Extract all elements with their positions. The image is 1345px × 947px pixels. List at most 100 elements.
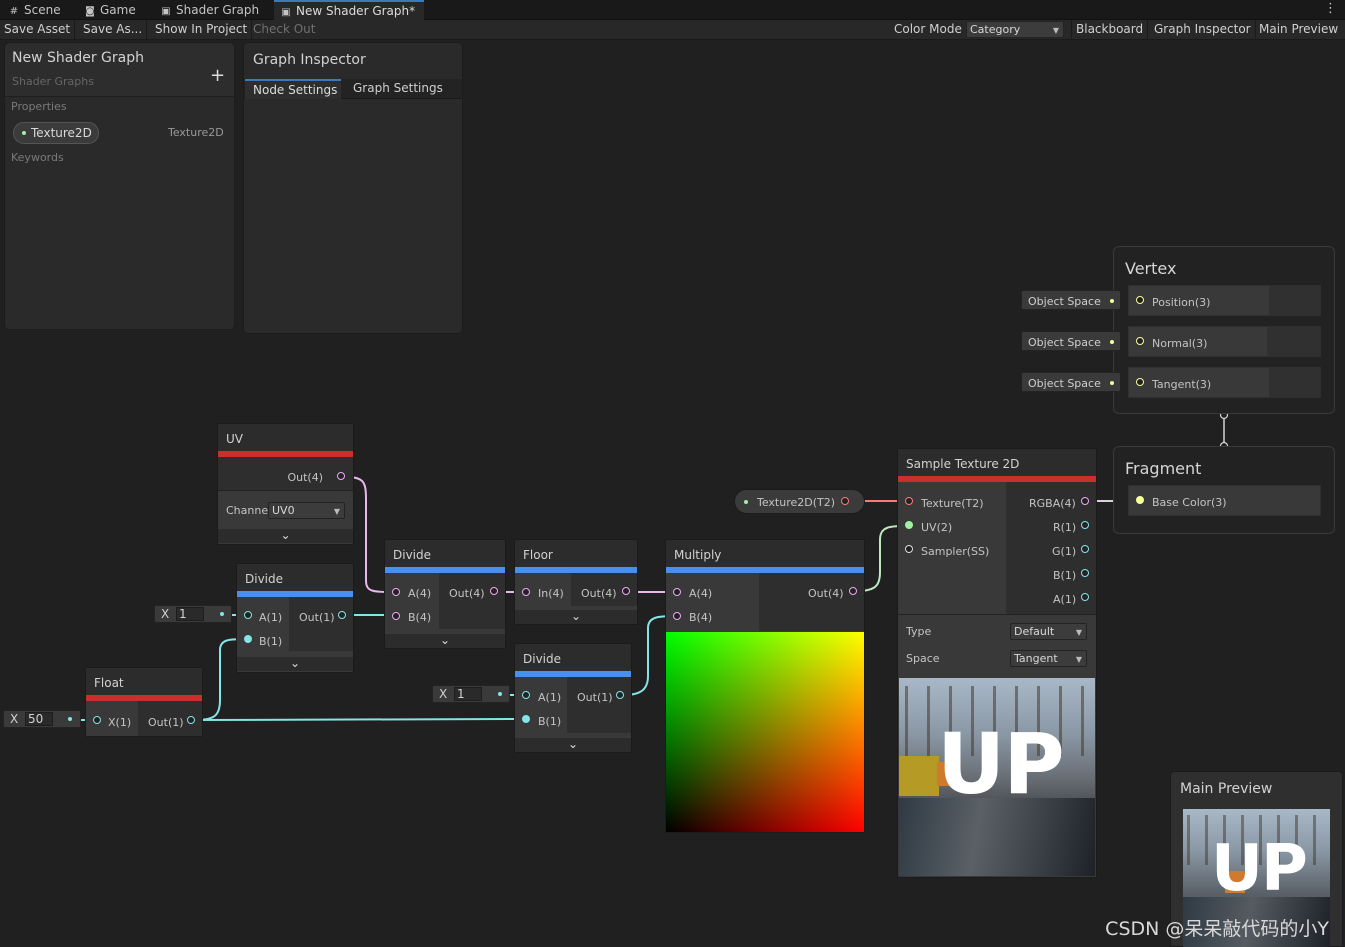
multiply-node[interactable]: Multiply A(4) B(4) Out(4) — [665, 539, 865, 833]
preview-yellow-object — [899, 756, 939, 796]
uv-channel-label: Channe — [226, 504, 269, 517]
float-out-port[interactable] — [187, 716, 195, 724]
property-type: Texture2D — [168, 126, 224, 139]
sample-texture-port[interactable] — [905, 497, 913, 505]
blackboard-subtitle: Shader Graphs — [12, 75, 94, 88]
divide-small-output-pane — [289, 597, 353, 651]
vertex-stack: Vertex Position(3) Normal(3) Tangent(3) — [1113, 246, 1335, 414]
position-context-field[interactable]: Object Space — [1021, 290, 1121, 310]
uv-channel-value: UV0 — [272, 504, 295, 517]
watermark-text: CSDN @呆呆敲代码的小Y — [1105, 918, 1329, 940]
divide-lower-out-port[interactable] — [616, 691, 624, 699]
divide-lower-a-value[interactable]: 1 — [454, 687, 482, 701]
float-x-port[interactable] — [93, 716, 101, 724]
position-slot-fill — [1269, 286, 1320, 315]
inspector-title: Graph Inspector — [253, 52, 366, 68]
multiply-preview — [666, 632, 864, 832]
vertex-title: Vertex — [1125, 259, 1177, 278]
divide-node-main[interactable]: Divide A(4) B(4) Out(4) ⌄ — [384, 539, 506, 649]
sample-r-port[interactable] — [1081, 521, 1089, 529]
tab-graph-settings[interactable]: Graph Settings — [345, 81, 443, 95]
divide-main-b-port[interactable] — [392, 612, 400, 620]
divide-lower-title: Divide — [515, 644, 631, 671]
field-dot-icon — [498, 692, 502, 696]
position-port[interactable] — [1136, 296, 1144, 304]
sample-g-port[interactable] — [1081, 545, 1089, 553]
multiply-out-label: Out(4) — [808, 587, 844, 600]
texture2d-property-pill[interactable]: Texture2D — [13, 122, 99, 144]
sample-texture-2d-node[interactable]: Sample Texture 2D Texture(T2) UV(2) Samp… — [897, 448, 1097, 878]
uv-out-port[interactable] — [337, 472, 345, 480]
divide-small-a-value[interactable]: 1 — [176, 607, 204, 621]
fragment-base-color-block[interactable]: Base Color(3) — [1128, 485, 1321, 516]
vertex-tangent-block[interactable]: Tangent(3) — [1128, 367, 1321, 398]
divide-node-small[interactable]: Divide A(1) B(1) Out(1) ⌄ — [236, 563, 354, 673]
texture-prop-out-port[interactable] — [841, 497, 849, 505]
main-preview-title: Main Preview — [1180, 781, 1273, 797]
tab-node-settings[interactable]: Node Settings — [245, 79, 341, 99]
normal-context-field[interactable]: Object Space — [1021, 331, 1121, 351]
divide-main-a-label: A(4) — [408, 587, 432, 600]
sample-rgba-port[interactable] — [1081, 497, 1089, 505]
base-color-port[interactable] — [1136, 496, 1144, 504]
add-property-button[interactable]: + — [210, 65, 225, 86]
divide-lower-b-port[interactable] — [522, 715, 530, 723]
divide-main-out-port[interactable] — [490, 587, 498, 595]
divide-lower-b-label: B(1) — [538, 715, 562, 728]
sample-type-dropdown[interactable]: Default ▼ — [1010, 623, 1087, 640]
keywords-section-label: Keywords — [11, 151, 64, 164]
sample-type-label: Type — [906, 625, 932, 638]
divide-small-collapse-icon[interactable]: ⌄ — [237, 657, 353, 671]
divide-lower-output-pane — [567, 677, 631, 733]
normal-port[interactable] — [1136, 337, 1144, 345]
float-x-value[interactable]: 50 — [25, 712, 53, 726]
sample-a-label: A(1) — [1053, 593, 1077, 606]
vertex-position-block[interactable]: Position(3) — [1128, 285, 1321, 316]
sample-a-port[interactable] — [1081, 593, 1089, 601]
divide-lower-collapse-icon[interactable]: ⌄ — [515, 738, 631, 752]
divide-small-a-port[interactable] — [244, 611, 252, 619]
graph-inspector-panel: Graph Inspector Node Settings Graph Sett… — [243, 42, 463, 334]
divide-lower-a-port[interactable] — [522, 691, 530, 699]
main-preview-text: UP — [1211, 832, 1308, 906]
sample-space-dropdown[interactable]: Tangent ▼ — [1010, 650, 1087, 667]
normal-context-label: Object Space — [1028, 336, 1101, 349]
uv-node[interactable]: UV Out(4) Channe UV0 ▼ ⌄ — [217, 423, 354, 545]
sample-uv-label: UV(2) — [921, 521, 953, 534]
dropdown-arrow-icon: ▼ — [1075, 655, 1082, 664]
multiply-out-port[interactable] — [849, 587, 857, 595]
divide-small-a-label: A(1) — [259, 611, 283, 624]
sample-b-label: B(1) — [1053, 569, 1077, 582]
uv-collapse-icon[interactable]: ⌄ — [218, 529, 353, 543]
divide-small-out-port[interactable] — [338, 611, 346, 619]
uv-output-pane — [218, 457, 353, 490]
divide-small-b-port[interactable] — [244, 635, 252, 643]
divide-small-a-field[interactable]: X 1 — [154, 605, 232, 623]
multiply-a-port[interactable] — [673, 588, 681, 596]
sample-uv-port[interactable] — [905, 521, 913, 529]
sample-g-label: G(1) — [1052, 545, 1077, 558]
vertex-normal-block[interactable]: Normal(3) — [1128, 326, 1321, 357]
tangent-context-field[interactable]: Object Space — [1021, 372, 1121, 392]
sample-rgba-label: RGBA(4) — [1029, 497, 1076, 510]
tangent-label: Tangent(3) — [1152, 378, 1212, 391]
divide-main-collapse-icon[interactable]: ⌄ — [385, 634, 505, 648]
sample-b-port[interactable] — [1081, 569, 1089, 577]
divide-main-a-port[interactable] — [392, 588, 400, 596]
wire-float-to-divide-lower — [194, 718, 527, 721]
divide-lower-a-field[interactable]: X 1 — [432, 685, 510, 703]
multiply-b-port[interactable] — [673, 612, 681, 620]
floor-collapse-icon[interactable]: ⌄ — [515, 610, 637, 624]
float-x-field[interactable]: X 50 — [3, 710, 81, 728]
tangent-slot-fill — [1269, 368, 1320, 397]
texture2d-property-node[interactable]: Texture2D(T2) — [734, 489, 865, 514]
floor-out-port[interactable] — [622, 587, 630, 595]
float-node[interactable]: Float X(1) Out(1) — [85, 667, 203, 737]
floor-node[interactable]: Floor In(4) Out(4) ⌄ — [514, 539, 638, 625]
tangent-port[interactable] — [1136, 378, 1144, 386]
floor-in-port[interactable] — [522, 588, 530, 596]
divide-small-out-label: Out(1) — [299, 611, 335, 624]
uv-channel-dropdown[interactable]: UV0 ▼ — [268, 502, 345, 519]
divide-node-lower[interactable]: Divide A(1) B(1) Out(1) ⌄ — [514, 643, 632, 753]
sample-sampler-port[interactable] — [905, 545, 913, 553]
